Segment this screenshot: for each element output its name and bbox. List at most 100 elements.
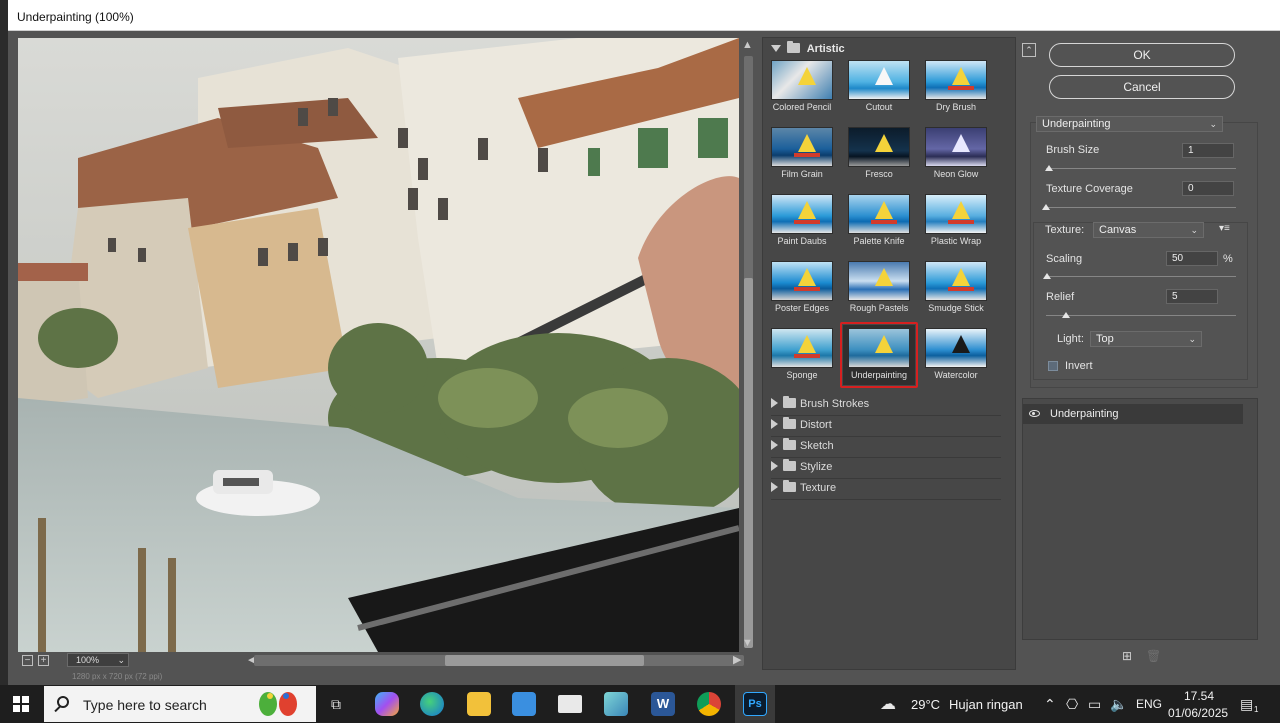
collapsed-triangle-icon — [771, 419, 778, 429]
filter-cutout[interactable]: Cutout — [840, 60, 918, 124]
category-artistic[interactable]: Artistic — [771, 41, 845, 55]
slider-knob[interactable] — [1045, 165, 1053, 171]
scaling-label: Scaling — [1046, 253, 1083, 265]
weather-temp[interactable]: 29°C — [911, 697, 940, 712]
effect-layer-row[interactable]: Underpainting — [1023, 404, 1243, 424]
category-distort[interactable]: Distort — [771, 417, 1001, 437]
task-view-icon[interactable]: ⧉ — [331, 696, 341, 713]
filter-colored-pencil[interactable]: Colored Pencil — [763, 60, 841, 124]
category-label: Stylize — [800, 461, 833, 473]
invert-checkbox[interactable] — [1048, 361, 1058, 371]
ok-button[interactable]: OK — [1049, 43, 1235, 67]
volume-icon[interactable]: 🔈 — [1110, 696, 1127, 713]
filter-underpainting[interactable]: Underpainting — [840, 322, 918, 392]
collapsed-triangle-icon — [771, 461, 778, 471]
category-label: Texture — [800, 482, 837, 494]
slider-knob[interactable] — [1042, 204, 1050, 210]
mail-icon[interactable] — [558, 695, 582, 713]
word-icon[interactable]: W — [651, 692, 675, 716]
delete-effect-layer-icon[interactable]: 🗑 — [1146, 650, 1161, 662]
visibility-eye-icon[interactable] — [1029, 410, 1040, 417]
taskbar-search-box[interactable]: Type here to search — [44, 686, 316, 722]
scaling-input[interactable]: 50 — [1166, 251, 1218, 266]
photoshop-icon: Ps — [743, 692, 767, 716]
selection-highlight — [840, 322, 918, 388]
category-sketch[interactable]: Sketch — [771, 438, 1001, 458]
texture-select[interactable]: Canvas ⌄ — [1093, 222, 1204, 238]
filter-smudge-stick[interactable]: Smudge Stick — [917, 261, 995, 325]
filter-watercolor[interactable]: Watercolor — [917, 328, 995, 392]
category-label: Distort — [800, 419, 832, 431]
effect-layer-name: Underpainting — [1050, 408, 1119, 420]
cancel-button[interactable]: Cancel — [1049, 75, 1235, 99]
filter-plastic-wrap[interactable]: Plastic Wrap — [917, 194, 995, 258]
windows-start-icon[interactable] — [13, 696, 29, 712]
preview-image — [18, 38, 739, 652]
brush-size-input[interactable]: 1 — [1182, 143, 1234, 158]
folder-icon — [787, 41, 801, 53]
weather-text[interactable]: Hujan ringan — [949, 697, 1023, 712]
app-icon[interactable] — [604, 692, 628, 716]
clock-date[interactable]: 01/06/2025 — [1168, 706, 1228, 720]
texture-coverage-input[interactable]: 0 — [1182, 181, 1234, 196]
category-texture[interactable]: Texture — [771, 480, 1001, 500]
edge-icon[interactable] — [420, 692, 444, 716]
filter-label: Watercolor — [934, 370, 978, 380]
clock-time[interactable]: 17.54 — [1184, 689, 1214, 703]
horizontal-track[interactable] — [254, 655, 744, 666]
texture-menu-icon[interactable]: ▾≡ — [1219, 223, 1230, 234]
filter-paint-daubs[interactable]: Paint Daubs — [763, 194, 841, 258]
zoom-select[interactable]: 100% ⌄ — [67, 653, 129, 667]
light-select-value: Top — [1096, 333, 1114, 345]
filter-film-grain[interactable]: Film Grain — [763, 127, 841, 191]
scaling-slider[interactable] — [1043, 273, 1236, 279]
filter-select[interactable]: Underpainting ⌄ — [1036, 116, 1223, 132]
filter-fresco[interactable]: Fresco — [840, 127, 918, 191]
preview-bottom-bar: − + 100% ⌄ ◀ ▶ — [18, 652, 758, 670]
scroll-right-arrow-icon[interactable]: ▶ — [733, 655, 741, 666]
parrots-icon — [259, 692, 297, 716]
preview-canvas[interactable] — [18, 38, 739, 652]
expand-triangle-icon — [771, 45, 781, 52]
relief-input[interactable]: 5 — [1166, 289, 1218, 304]
notifications-icon[interactable]: ▤ — [1240, 696, 1253, 713]
category-stylize[interactable]: Stylize — [771, 459, 1001, 479]
slider-knob[interactable] — [1062, 312, 1070, 318]
folder-icon — [783, 417, 796, 429]
show-hidden-icons-chevron-icon[interactable]: ⌃ — [1044, 696, 1056, 713]
vertical-thumb[interactable] — [744, 278, 753, 648]
horizontal-thumb[interactable] — [445, 655, 644, 666]
filter-thumbnail — [771, 194, 833, 234]
category-brush-strokes[interactable]: Brush Strokes — [771, 396, 1001, 416]
slider-knob[interactable] — [1043, 273, 1051, 279]
chevron-down-icon: ⌄ — [117, 655, 125, 665]
filter-palette-knife[interactable]: Palette Knife — [840, 194, 918, 258]
network-icon[interactable]: ▭ — [1088, 696, 1101, 713]
filter-sponge[interactable]: Sponge — [763, 328, 841, 392]
microsoft-store-icon[interactable] — [512, 692, 536, 716]
relief-slider[interactable] — [1046, 312, 1236, 318]
zoom-in-icon[interactable]: + — [38, 655, 49, 666]
brush-size-slider[interactable] — [1045, 165, 1236, 171]
new-effect-layer-icon[interactable]: ⊞ — [1121, 650, 1133, 662]
texture-coverage-slider[interactable] — [1042, 204, 1236, 210]
collapse-gallery-icon[interactable]: ⌃ — [1022, 43, 1036, 57]
filter-dry-brush[interactable]: Dry Brush — [917, 60, 995, 124]
tray-app-icon[interactable]: ⎔ — [1066, 696, 1078, 713]
scroll-up-arrow-icon[interactable]: ▲ — [742, 40, 753, 51]
language-indicator[interactable]: ENG — [1136, 697, 1162, 711]
light-select[interactable]: Top ⌄ — [1090, 331, 1202, 347]
chrome-icon[interactable] — [697, 692, 721, 716]
scroll-down-arrow-icon[interactable]: ▼ — [742, 638, 753, 649]
file-explorer-icon[interactable] — [467, 692, 491, 716]
zoom-out-icon[interactable]: − — [22, 655, 33, 666]
preview-vertical-scrollbar[interactable]: ▲ ▼ — [740, 38, 756, 652]
filter-rough-pastels[interactable]: Rough Pastels — [840, 261, 918, 325]
texture-select-value: Canvas — [1099, 224, 1137, 236]
copilot-icon[interactable] — [375, 692, 399, 716]
taskbar: Type here to search ⧉ W Ps ☁ 29°C Hujan … — [0, 685, 1280, 723]
filter-neon-glow[interactable]: Neon Glow — [917, 127, 995, 191]
photoshop-active-tab[interactable]: Ps — [735, 685, 775, 723]
filter-poster-edges[interactable]: Poster Edges — [763, 261, 841, 325]
weather-cloud-icon[interactable]: ☁ — [880, 694, 896, 714]
